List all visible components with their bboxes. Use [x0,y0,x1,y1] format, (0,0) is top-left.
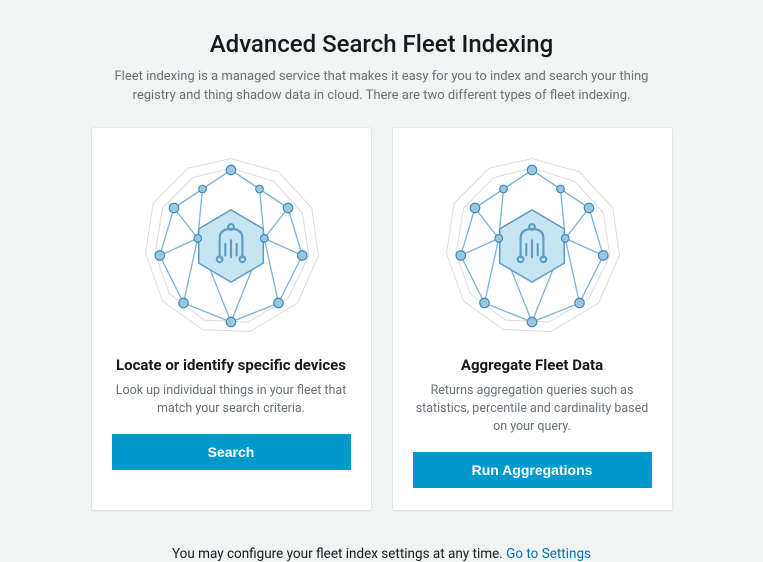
page-subtitle: Fleet indexing is a managed service that… [102,68,662,106]
card-description: Look up individual things in your fleet … [112,382,351,418]
run-aggregations-button[interactable]: Run Aggregations [413,452,652,488]
card-title: Aggregate Fleet Data [461,356,603,374]
network-sphere-icon [432,146,632,346]
network-sphere-icon [131,146,331,346]
card-locate-devices: Locate or identify specific devices Look… [92,128,371,510]
page-container: Advanced Search Fleet Indexing Fleet ind… [0,0,763,562]
card-description: Returns aggregation queries such as stat… [413,382,652,436]
card-aggregate-fleet: Aggregate Fleet Data Returns aggregation… [393,128,672,510]
cards-row: Locate or identify specific devices Look… [92,128,672,510]
search-button[interactable]: Search [112,434,351,470]
card-title: Locate or identify specific devices [116,356,346,374]
page-title: Advanced Search Fleet Indexing [210,30,553,58]
